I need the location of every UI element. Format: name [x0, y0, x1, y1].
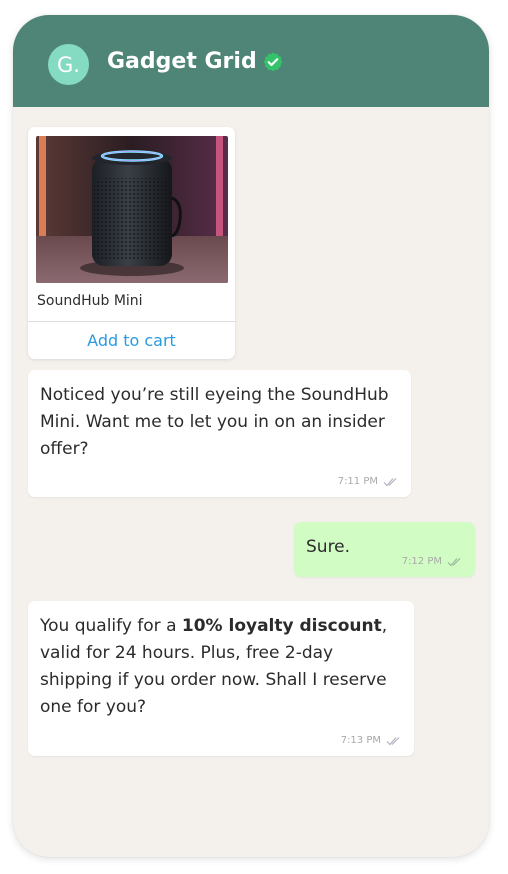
business-name: Gadget Grid — [107, 49, 257, 74]
incoming-message: Noticed you’re still eyeing the SoundHub… — [28, 370, 411, 497]
double-check-icon — [447, 557, 461, 566]
product-card: SoundHub Mini Add to cart — [28, 127, 235, 359]
message-time: 7:11 PM — [337, 476, 378, 487]
chat-header: G. Gadget Grid — [13, 15, 489, 107]
product-name: SoundHub Mini — [37, 293, 143, 309]
message-text: Noticed you’re still eyeing the SoundHub… — [40, 385, 389, 459]
message-text: You qualify for a 10% loyalty discount, … — [40, 613, 402, 721]
message-meta: 7:12 PM — [402, 556, 463, 567]
double-check-icon — [386, 736, 400, 745]
outgoing-message: Sure. 7:12 PM — [294, 522, 475, 577]
chat-window: G. Gadget Grid SoundHub Mini Add to cart… — [13, 15, 489, 857]
product-image[interactable] — [36, 136, 228, 283]
avatar[interactable]: G. — [48, 44, 89, 85]
verified-badge-icon — [262, 51, 284, 73]
add-to-cart-button[interactable]: Add to cart — [28, 322, 235, 359]
double-check-icon — [383, 477, 397, 486]
message-text-part: You qualify for a — [40, 616, 182, 636]
discount-highlight: 10% loyalty discount — [181, 616, 382, 636]
message-time: 7:13 PM — [340, 735, 381, 746]
message-meta: 7:11 PM — [338, 476, 399, 487]
chat-title: Gadget Grid — [107, 49, 284, 74]
incoming-message: You qualify for a 10% loyalty discount, … — [28, 601, 414, 756]
message-time: 7:12 PM — [401, 556, 442, 567]
message-meta: 7:13 PM — [341, 735, 402, 746]
